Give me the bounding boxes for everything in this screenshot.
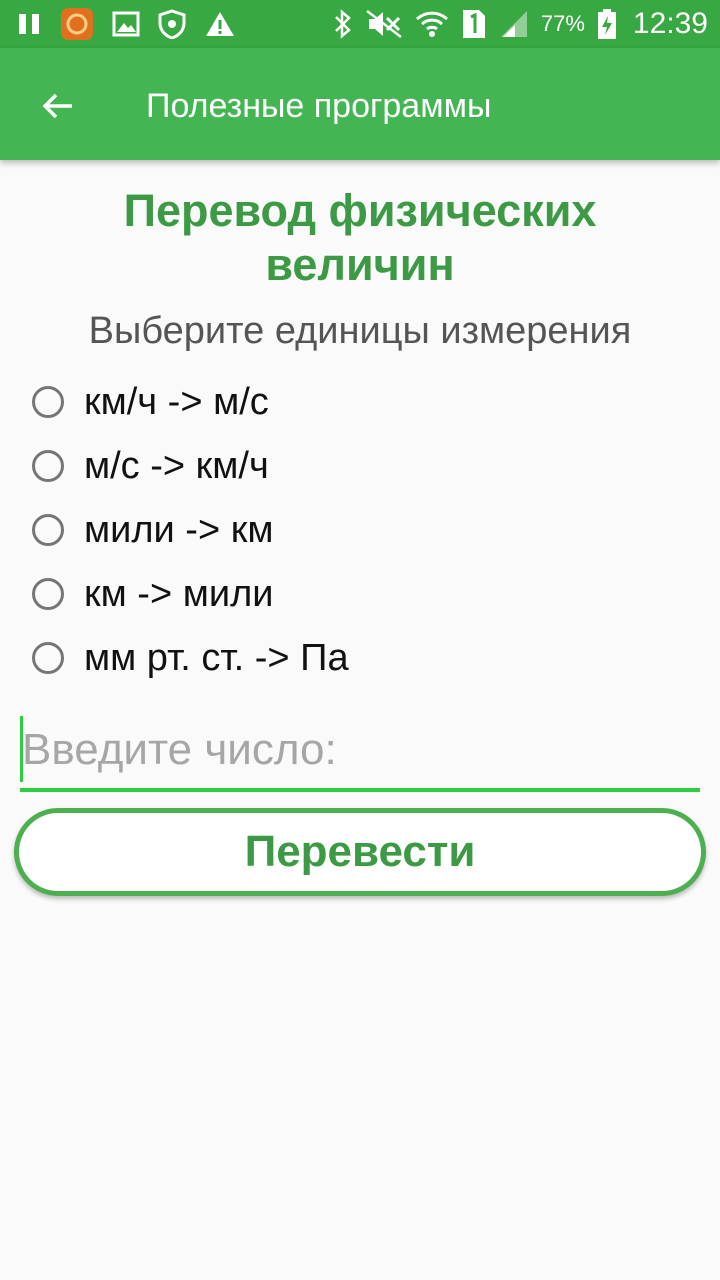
radio-button-circle[interactable] xyxy=(32,578,64,610)
arrow-back-icon xyxy=(42,93,72,119)
radio-option-kmh-to-ms[interactable]: км/ч -> м/с xyxy=(32,370,349,434)
unit-options-radio-group: км/ч -> м/с м/с -> км/ч мили -> км км ->… xyxy=(32,370,349,690)
radio-button-circle[interactable] xyxy=(32,386,64,418)
back-button[interactable] xyxy=(36,84,80,128)
convert-button[interactable]: Перевести xyxy=(14,808,706,896)
app-notification-icon xyxy=(60,7,94,41)
wifi-icon xyxy=(415,9,449,39)
radio-option-label: мили -> км xyxy=(84,508,274,551)
radio-option-mmhg-to-pa[interactable]: мм рт. ст. -> Па xyxy=(32,626,349,690)
radio-button-circle[interactable] xyxy=(32,450,64,482)
convert-button-label: Перевести xyxy=(244,827,476,876)
radio-option-miles-to-km[interactable]: мили -> км xyxy=(32,498,349,562)
number-input-container xyxy=(20,712,700,792)
battery-charging-icon xyxy=(597,8,617,40)
units-prompt: Выберите единицы измерения xyxy=(88,310,632,352)
radio-button-circle[interactable] xyxy=(32,642,64,674)
page-title-line-2: величин xyxy=(265,239,455,290)
radio-option-km-to-miles[interactable]: км -> мили xyxy=(32,562,349,626)
image-icon xyxy=(112,11,140,37)
status-bar: 77% 12:39 xyxy=(0,0,720,48)
page-title: Перевод физических величин xyxy=(40,184,680,292)
pause-icon xyxy=(16,11,42,37)
shield-icon xyxy=(158,9,186,39)
signal-icon xyxy=(499,9,529,39)
text-cursor xyxy=(20,716,23,782)
battery-percent: 77% xyxy=(540,11,585,36)
page-title-line-1: Перевод физических xyxy=(123,185,597,236)
sim-1-icon xyxy=(461,8,487,40)
warning-icon xyxy=(204,10,236,38)
radio-option-label: мм рт. ст. -> Па xyxy=(84,636,349,679)
bluetooth-icon xyxy=(333,9,353,39)
input-underline xyxy=(20,788,700,792)
radio-option-label: км -> мили xyxy=(84,572,274,615)
number-input[interactable] xyxy=(20,712,700,788)
clock: 12:39 xyxy=(632,7,708,40)
radio-option-label: м/с -> км/ч xyxy=(84,444,269,487)
app-bar-title: Полезные программы xyxy=(146,87,492,125)
radio-option-ms-to-kmh[interactable]: м/с -> км/ч xyxy=(32,434,349,498)
radio-option-label: км/ч -> м/с xyxy=(84,380,269,423)
radio-button-circle[interactable] xyxy=(32,514,64,546)
mute-icon xyxy=(365,9,403,39)
app-bar: Полезные программы xyxy=(0,48,720,160)
